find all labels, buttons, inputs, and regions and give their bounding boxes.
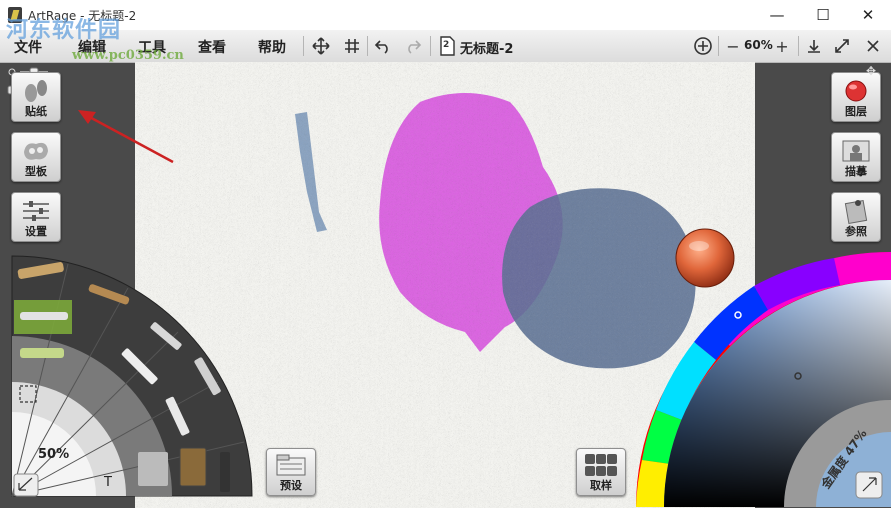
panel-move-icon[interactable]: ✥ <box>866 64 876 78</box>
document-number: 2 <box>443 40 450 50</box>
presets-button[interactable]: 预设 <box>266 448 316 496</box>
maximize-button[interactable]: ☐ <box>800 0 846 30</box>
menu-separator <box>367 36 368 56</box>
redo-icon[interactable] <box>402 35 424 57</box>
menu-help[interactable]: 帮助 <box>258 37 286 57</box>
presets-label: 预设 <box>280 479 302 492</box>
reference-button[interactable]: 参照 <box>831 192 881 242</box>
menu-separator <box>430 36 431 56</box>
document-icon[interactable]: 2 <box>436 35 458 57</box>
stencils-label: 型板 <box>25 165 47 178</box>
tracing-image-icon <box>842 140 870 162</box>
undo-icon[interactable] <box>372 35 394 57</box>
settings-label: 设置 <box>25 225 47 238</box>
layers-label: 图层 <box>845 105 867 118</box>
zoom-level: 60% <box>744 38 773 52</box>
document-name: 无标题-2 <box>460 42 514 57</box>
presets-folder-icon <box>276 454 306 476</box>
watermark-logo: 河东软件园 <box>6 18 122 43</box>
reference-label: 参照 <box>845 225 867 238</box>
stickers-label: 贴纸 <box>25 105 47 118</box>
close-button[interactable]: ✕ <box>845 0 891 30</box>
watermark-url: www.pc0359.cn <box>72 48 184 63</box>
tracing-label: 描摹 <box>845 165 867 178</box>
footprint-icon <box>25 80 47 102</box>
pinned-note-icon <box>844 200 868 224</box>
layers-icon <box>845 80 867 102</box>
stencil-icon <box>24 142 48 160</box>
title-bar: ArtRage - 无标题-2 — ☐ ✕ <box>0 0 891 30</box>
sliders-icon <box>23 201 49 221</box>
menu-separator <box>303 36 304 56</box>
minimize-button[interactable]: — <box>754 0 800 30</box>
tool-picker[interactable]: 50% T <box>8 252 258 500</box>
swatch-grid-icon <box>585 454 617 476</box>
rotate-canvas-icon[interactable] <box>692 35 714 57</box>
download-icon[interactable] <box>803 35 825 57</box>
menu-separator <box>798 36 799 56</box>
annotation-arrow <box>78 110 174 164</box>
tracing-button[interactable]: 描摹 <box>831 132 881 182</box>
fullscreen-icon[interactable] <box>831 35 853 57</box>
text-tool-icon: T <box>103 475 112 490</box>
stencils-button[interactable]: 型板 <box>11 132 61 182</box>
samples-label: 取样 <box>590 479 612 492</box>
menu-separator <box>718 36 719 56</box>
layers-button[interactable]: 图层 <box>831 72 881 122</box>
samples-button[interactable]: 取样 <box>576 448 626 496</box>
menu-view[interactable]: 查看 <box>198 37 226 57</box>
current-color-swatch[interactable] <box>673 226 737 290</box>
grid-icon[interactable] <box>341 35 363 57</box>
stickers-button[interactable]: 贴纸 <box>11 72 61 122</box>
close-panels-icon[interactable] <box>862 35 884 57</box>
settings-button[interactable]: 设置 <box>11 192 61 242</box>
zoom-in-button[interactable]: + <box>771 35 793 57</box>
zoom-out-button[interactable]: − <box>722 35 744 57</box>
move-canvas-icon[interactable] <box>310 35 332 57</box>
tool-size-text: 50% <box>38 447 69 462</box>
